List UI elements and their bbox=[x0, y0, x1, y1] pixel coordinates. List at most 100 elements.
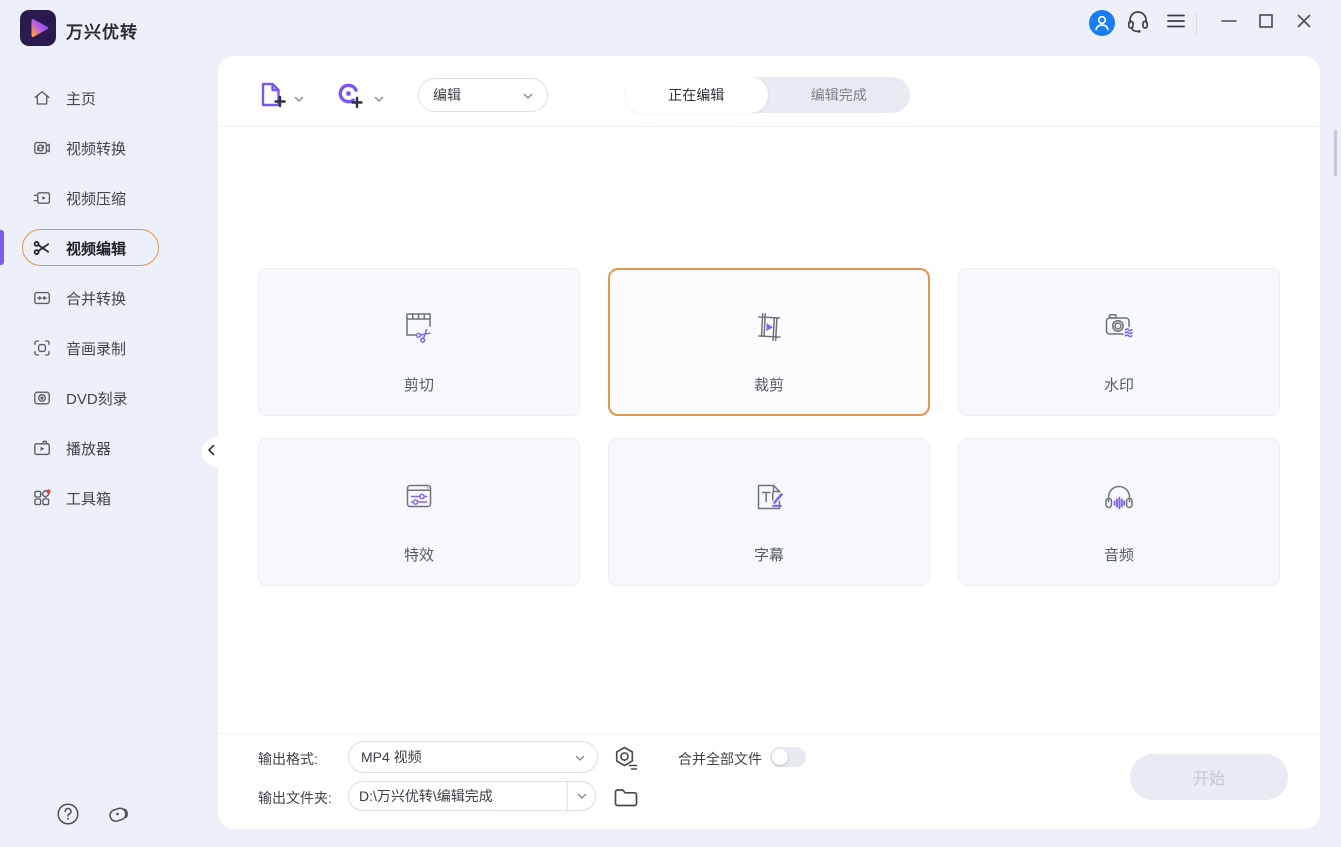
card-label: 字幕 bbox=[753, 547, 784, 564]
browse-folder-button[interactable] bbox=[612, 784, 640, 817]
sidebar-item-label: 视频编辑 bbox=[66, 240, 127, 258]
format-settings-button[interactable] bbox=[612, 744, 640, 777]
sidebar-item-label: 工具箱 bbox=[66, 490, 112, 508]
add-file-dropdown[interactable] bbox=[294, 90, 304, 108]
home-icon bbox=[32, 88, 52, 108]
merge-convert-icon bbox=[32, 288, 52, 308]
dvd-disc-icon bbox=[32, 388, 52, 408]
toggle-knob bbox=[772, 749, 788, 765]
main-menu-button[interactable] bbox=[1161, 8, 1191, 38]
output-folder-field[interactable]: D:\万兴优转\编辑完成 bbox=[348, 781, 596, 811]
output-format-label: 输出格式: bbox=[258, 751, 318, 767]
app-logo bbox=[20, 10, 56, 46]
merge-all-label: 合并全部文件 bbox=[678, 751, 762, 767]
film-scissors-icon bbox=[397, 305, 441, 354]
start-button[interactable]: 开始 bbox=[1130, 754, 1288, 800]
chevron-down-icon bbox=[294, 90, 304, 108]
headset-icon bbox=[1125, 8, 1151, 39]
card-label: 剪切 bbox=[403, 377, 434, 394]
edit-card-subtitle[interactable]: 字幕 bbox=[608, 438, 930, 586]
chevron-down-icon bbox=[523, 87, 533, 103]
sidebar-item-label: DVD刻录 bbox=[66, 390, 128, 408]
feedback-button[interactable] bbox=[103, 801, 133, 831]
output-format-value: MP4 视频 bbox=[361, 749, 422, 765]
header-divider bbox=[1196, 13, 1197, 34]
tab-editing[interactable]: 正在编辑 bbox=[625, 77, 768, 113]
app-window: 万兴优转 主页 视频转换 视频压缩 视频编辑 合并转换 音画录制 DVD刻录 播… bbox=[0, 0, 1341, 847]
minimize-icon bbox=[1218, 10, 1240, 37]
support-button[interactable] bbox=[1123, 8, 1153, 38]
video-compress-icon bbox=[32, 188, 52, 208]
headphones-wave-icon bbox=[1097, 475, 1141, 524]
maximize-button[interactable] bbox=[1251, 8, 1281, 38]
maximize-icon bbox=[1255, 10, 1277, 37]
footer-divider bbox=[218, 733, 1320, 734]
add-from-disc-button[interactable] bbox=[336, 81, 366, 114]
close-button[interactable] bbox=[1289, 8, 1319, 38]
chevron-down-icon bbox=[575, 749, 585, 765]
output-folder-label: 输出文件夹: bbox=[258, 790, 332, 806]
minimize-button[interactable] bbox=[1214, 8, 1244, 38]
disc-plus-icon bbox=[336, 83, 366, 113]
question-mark-icon bbox=[55, 801, 81, 832]
help-button[interactable] bbox=[53, 801, 83, 831]
sidebar-item-video-edit[interactable]: 视频编辑 bbox=[0, 226, 210, 270]
feedback-icon bbox=[104, 801, 132, 832]
main-panel: 编辑 正在编辑 编辑完成 剪切 裁剪 水印 特效 字幕 音频 输出格式: MP4… bbox=[218, 56, 1320, 829]
sidebar-item-av-record[interactable]: 音画录制 bbox=[0, 326, 210, 370]
scrollbar-thumb[interactable] bbox=[1334, 130, 1337, 176]
sidebar-item-label: 音画录制 bbox=[66, 340, 127, 358]
account-button[interactable] bbox=[1087, 8, 1117, 38]
card-label: 特效 bbox=[403, 547, 434, 564]
sidebar-item-label: 主页 bbox=[66, 90, 97, 108]
card-label: 音频 bbox=[1103, 547, 1134, 564]
document-pen-icon bbox=[747, 475, 791, 524]
sidebar-item-home[interactable]: 主页 bbox=[0, 76, 210, 120]
edit-card-audio[interactable]: 音频 bbox=[958, 438, 1280, 586]
crop-play-icon bbox=[747, 305, 791, 354]
window-sliders-icon bbox=[397, 475, 441, 524]
edit-status-tabs: 正在编辑 编辑完成 bbox=[625, 77, 910, 113]
folder-icon bbox=[612, 789, 640, 816]
edit-card-crop[interactable]: 裁剪 bbox=[608, 268, 930, 416]
edit-mode-value: 编辑 bbox=[433, 87, 461, 103]
chevron-left-icon bbox=[207, 443, 215, 461]
sidebar-item-dvd-burn[interactable]: DVD刻录 bbox=[0, 376, 210, 420]
sidebar-item-merge-convert[interactable]: 合并转换 bbox=[0, 276, 210, 320]
toolbar-divider bbox=[218, 126, 1320, 127]
gear-settings-icon bbox=[612, 746, 640, 776]
output-format-select[interactable]: MP4 视频 bbox=[348, 741, 598, 773]
sidebar-item-player[interactable]: 播放器 bbox=[0, 426, 210, 470]
sidebar-item-video-compress[interactable]: 视频压缩 bbox=[0, 176, 210, 220]
sidebar-item-label: 播放器 bbox=[66, 440, 112, 458]
sidebar-item-label: 合并转换 bbox=[66, 290, 127, 308]
notification-badge bbox=[46, 489, 51, 494]
sidebar-item-video-convert[interactable]: 视频转换 bbox=[0, 126, 210, 170]
scissors-icon bbox=[32, 238, 52, 258]
player-tv-icon bbox=[32, 438, 52, 458]
sidebar-item-toolbox[interactable]: 工具箱 bbox=[0, 476, 210, 520]
document-plus-icon bbox=[258, 82, 288, 113]
output-folder-value: D:\万兴优转\编辑完成 bbox=[359, 788, 493, 804]
user-avatar-icon bbox=[1089, 10, 1115, 36]
hamburger-menu-icon bbox=[1165, 10, 1187, 37]
card-label: 裁剪 bbox=[753, 377, 784, 394]
output-folder-dropdown[interactable] bbox=[567, 782, 595, 810]
screen-record-icon bbox=[32, 338, 52, 358]
edit-card-watermark[interactable]: 水印 bbox=[958, 268, 1280, 416]
close-icon bbox=[1293, 10, 1315, 37]
edit-mode-select[interactable]: 编辑 bbox=[418, 78, 548, 112]
camera-waves-icon bbox=[1097, 305, 1141, 354]
card-label: 水印 bbox=[1103, 377, 1134, 394]
add-file-button[interactable] bbox=[258, 81, 288, 114]
chevron-down-icon bbox=[374, 90, 384, 108]
edit-card-cut[interactable]: 剪切 bbox=[258, 268, 580, 416]
sidebar-item-label: 视频压缩 bbox=[66, 190, 127, 208]
add-from-disc-dropdown[interactable] bbox=[374, 90, 384, 108]
sidebar-item-label: 视频转换 bbox=[66, 140, 127, 158]
app-title: 万兴优转 bbox=[66, 23, 138, 42]
tab-edit-finished[interactable]: 编辑完成 bbox=[768, 77, 911, 113]
edit-card-effect[interactable]: 特效 bbox=[258, 438, 580, 586]
video-convert-icon bbox=[32, 138, 52, 158]
merge-toggle[interactable] bbox=[770, 747, 806, 767]
